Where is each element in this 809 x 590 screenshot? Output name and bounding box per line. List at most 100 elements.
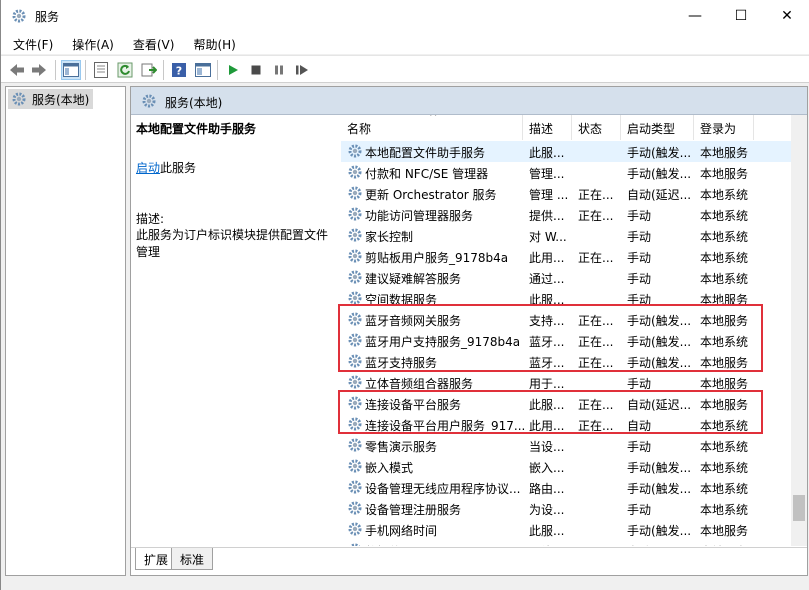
service-row[interactable]: 零售演示服务 当设... 手动 本地系统 bbox=[341, 435, 791, 456]
menu-bar: 文件(F) 操作(A) 查看(V) 帮助(H) bbox=[1, 32, 809, 54]
console-tree: 服务(本地) bbox=[5, 86, 126, 576]
column-header-description[interactable]: 描述 bbox=[523, 115, 572, 140]
properties-icon[interactable] bbox=[91, 60, 111, 80]
service-name: 嵌入模式 bbox=[365, 461, 414, 475]
service-name: 建议疑难解答服务 bbox=[365, 272, 462, 286]
service-log-on-as: 本地服务 bbox=[700, 167, 749, 181]
column-header-startup-type[interactable]: 启动类型 bbox=[621, 115, 694, 140]
service-name: 连接设备平台服务 bbox=[365, 398, 462, 412]
service-row[interactable]: 付款和 NFC/SE 管理器 管理... 手动(触发... 本地服务 bbox=[341, 162, 791, 183]
service-row[interactable]: 手机网络时间 此服... 手动(触发... 本地服务 bbox=[341, 519, 791, 540]
service-row[interactable]: 数据使用量 网络... 自动 本地服务 bbox=[341, 540, 791, 546]
menu-help[interactable]: 帮助(H) bbox=[181, 32, 242, 54]
service-name: 设备管理无线应用程序协议... bbox=[365, 482, 521, 496]
service-startup-type: 手动(触发... bbox=[627, 482, 692, 496]
menu-file[interactable]: 文件(F) bbox=[1, 32, 60, 54]
service-row[interactable]: 剪贴板用户服务_9178b4a 此用... 正在... 手动 本地系统 bbox=[341, 246, 791, 267]
service-row[interactable]: 连接设备平台用户服务_917... 此用... 正在... 自动 本地系统 bbox=[341, 414, 791, 435]
service-row[interactable]: 设备管理无线应用程序协议... 路由... 手动(触发... 本地系统 bbox=[341, 477, 791, 498]
service-row[interactable]: 嵌入模式 嵌入... 手动(触发... 本地系统 bbox=[341, 456, 791, 477]
service-startup-type: 手动(触发... bbox=[627, 167, 692, 181]
service-startup-type: 手动(触发... bbox=[627, 356, 692, 370]
service-name: 付款和 NFC/SE 管理器 bbox=[365, 167, 489, 181]
maximize-button[interactable]: ☐ bbox=[718, 0, 764, 32]
service-name: 蓝牙用户支持服务_9178b4a bbox=[365, 335, 521, 349]
service-log-on-as: 本地系统 bbox=[700, 209, 749, 223]
service-row[interactable]: 蓝牙用户支持服务_9178b4a 蓝牙... 正在... 手动(触发... 本地系统 bbox=[341, 330, 791, 351]
service-gear-icon bbox=[347, 248, 363, 267]
service-gear-icon bbox=[347, 269, 363, 288]
help-icon[interactable]: ? bbox=[169, 60, 189, 80]
service-row[interactable]: 空间数据服务 此服... 手动 本地服务 bbox=[341, 288, 791, 309]
scrollbar-thumb[interactable] bbox=[793, 495, 805, 521]
column-header-name[interactable]: ^ 名称 bbox=[341, 115, 523, 140]
service-gear-icon bbox=[347, 311, 363, 330]
service-description: 提供... bbox=[529, 209, 565, 223]
service-name: 数据使用量 bbox=[365, 543, 525, 546]
column-header-log-on-as[interactable]: 登录为 bbox=[694, 115, 754, 140]
service-startup-type: 手动 bbox=[627, 503, 652, 517]
service-startup-type: 自动 bbox=[627, 543, 693, 546]
services-pane: 服务(本地) 本地配置文件助手服务 启动此服务 描述: 此服务为订户标识模块提供… bbox=[130, 86, 808, 576]
description-label: 描述: bbox=[136, 212, 165, 226]
service-log-on-as: 本地服务 bbox=[700, 398, 749, 412]
service-row[interactable]: 建议疑难解答服务 通过... 手动 本地系统 bbox=[341, 267, 791, 288]
service-row[interactable]: 连接设备平台服务 此服... 正在... 自动(延迟... 本地服务 bbox=[341, 393, 791, 414]
service-name: 功能访问管理器服务 bbox=[365, 209, 474, 223]
forward-arrow-icon[interactable] bbox=[29, 60, 49, 80]
service-name: 本地配置文件助手服务 bbox=[365, 146, 486, 160]
export-list-icon[interactable] bbox=[139, 60, 159, 80]
service-log-on-as: 本地服务 bbox=[700, 314, 749, 328]
service-gear-icon bbox=[347, 290, 363, 309]
stop-service-icon[interactable] bbox=[246, 60, 266, 80]
service-status: 正在... bbox=[578, 314, 614, 328]
service-log-on-as: 本地系统 bbox=[700, 440, 749, 454]
service-log-on-as: 本地系统 bbox=[700, 335, 749, 349]
service-log-on-as: 本地服务 bbox=[700, 543, 760, 546]
vertical-scrollbar[interactable] bbox=[791, 115, 807, 546]
back-arrow-icon[interactable] bbox=[7, 60, 27, 80]
service-gear-icon bbox=[347, 437, 363, 456]
toolbar-separator bbox=[163, 60, 164, 80]
svg-text:?: ? bbox=[176, 65, 182, 78]
close-button[interactable]: ✕ bbox=[764, 0, 809, 32]
service-row[interactable]: 蓝牙音频网关服务 支持... 正在... 手动(触发... 本地服务 bbox=[341, 309, 791, 330]
service-name: 家长控制 bbox=[365, 230, 414, 244]
service-log-on-as: 本地系统 bbox=[700, 230, 749, 244]
service-log-on-as: 本地服务 bbox=[700, 146, 749, 160]
service-name: 更新 Orchestrator 服务 bbox=[365, 188, 497, 202]
service-log-on-as: 本地服务 bbox=[700, 293, 749, 307]
menu-view[interactable]: 查看(V) bbox=[121, 32, 182, 54]
toolbar-separator bbox=[85, 60, 86, 80]
service-row[interactable]: 本地配置文件助手服务 此服... 手动(触发... 本地服务 bbox=[341, 141, 791, 162]
service-description: 此用... bbox=[529, 419, 565, 433]
service-startup-type: 手动(触发... bbox=[627, 335, 692, 349]
start-service-link[interactable]: 启动 bbox=[136, 161, 160, 175]
service-name: 蓝牙支持服务 bbox=[365, 356, 438, 370]
start-service-icon[interactable] bbox=[223, 60, 243, 80]
tree-item-services-local[interactable]: 服务(本地) bbox=[8, 89, 94, 109]
service-row[interactable]: 功能访问管理器服务 提供... 正在... 手动 本地系统 bbox=[341, 204, 791, 225]
minimize-button[interactable]: — bbox=[672, 0, 718, 32]
service-row[interactable]: 更新 Orchestrator 服务 管理 ... 正在... 自动(延迟... 本地系… bbox=[341, 183, 791, 204]
service-description: 嵌入... bbox=[529, 461, 565, 475]
service-row[interactable]: 设备管理注册服务 为设... 手动 本地系统 bbox=[341, 498, 791, 519]
service-startup-type: 手动(触发... bbox=[627, 524, 692, 538]
pause-service-icon[interactable] bbox=[269, 60, 289, 80]
show-tree-icon[interactable] bbox=[61, 60, 81, 80]
service-name: 零售演示服务 bbox=[365, 440, 438, 454]
menu-action[interactable]: 操作(A) bbox=[60, 32, 121, 54]
service-name: 连接设备平台用户服务_917... bbox=[365, 419, 525, 433]
service-log-on-as: 本地服务 bbox=[700, 356, 749, 370]
service-row[interactable]: 家长控制 对 W... 手动 本地系统 bbox=[341, 225, 791, 246]
tab-standard[interactable]: 标准 bbox=[171, 548, 214, 570]
restart-service-icon[interactable] bbox=[292, 60, 312, 80]
service-description: 此服... bbox=[529, 398, 565, 412]
service-row[interactable]: 蓝牙支持服务 蓝牙... 正在... 手动(触发... 本地服务 bbox=[341, 351, 791, 372]
service-gear-icon bbox=[347, 374, 363, 393]
column-header-status[interactable]: 状态 bbox=[572, 115, 621, 140]
service-row[interactable]: 立体音频组合器服务 用于... 手动 本地服务 bbox=[341, 372, 791, 393]
service-gear-icon bbox=[347, 416, 363, 435]
console-icon[interactable] bbox=[193, 60, 213, 80]
refresh-icon[interactable] bbox=[115, 60, 135, 80]
